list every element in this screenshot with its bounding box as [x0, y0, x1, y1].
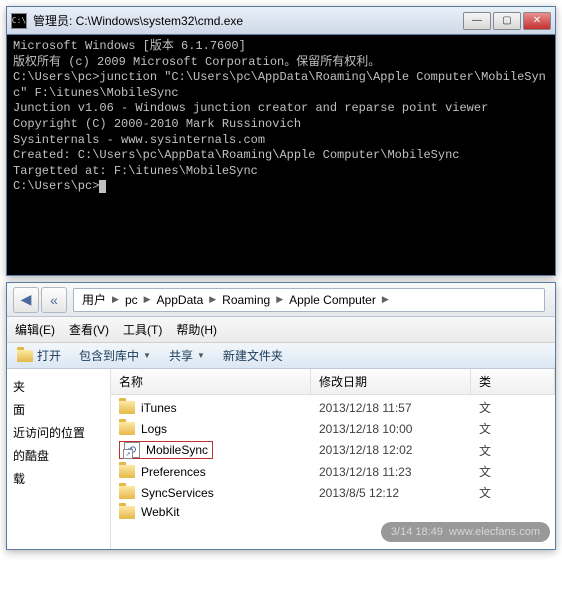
breadcrumb-segment[interactable]: AppData: [153, 293, 208, 307]
file-name: Logs: [141, 422, 167, 436]
open-button[interactable]: 打开: [17, 347, 61, 364]
sidebar-item[interactable]: 载: [11, 467, 106, 490]
explorer-sidebar: 夹面近访问的位置的酷盘载: [7, 369, 111, 549]
cmd-titlebar[interactable]: C:\ 管理员: C:\Windows\system32\cmd.exe — ▢…: [7, 7, 555, 35]
file-type: 文: [471, 463, 555, 480]
file-name: WebKit: [141, 505, 179, 519]
include-label: 包含到库中: [79, 347, 139, 364]
watermark: 3/14 18:49 www.elecfans.com: [381, 522, 550, 542]
chevron-right-icon[interactable]: ▶: [142, 294, 153, 305]
file-name: MobileSync: [146, 443, 208, 457]
file-type: 文: [471, 442, 555, 459]
chevron-right-icon[interactable]: ▶: [380, 294, 391, 305]
cmd-line: Microsoft Windows [版本 6.1.7600]: [13, 39, 549, 55]
column-headers: 名称 修改日期 类: [111, 369, 555, 395]
sidebar-item[interactable]: 面: [11, 398, 106, 421]
cmd-line: Junction v1.06 - Windows junction creato…: [13, 101, 549, 117]
share-label: 共享: [169, 347, 193, 364]
close-button[interactable]: ✕: [523, 12, 551, 30]
breadcrumb-segment[interactable]: Roaming: [218, 293, 274, 307]
cmd-title: 管理员: C:\Windows\system32\cmd.exe: [33, 12, 463, 29]
cmd-output[interactable]: Microsoft Windows [版本 6.1.7600]版权所有 (c) …: [7, 35, 555, 275]
file-row[interactable]: Logs 2013/12/18 10:00文: [111, 418, 555, 439]
chevron-right-icon[interactable]: ▶: [207, 294, 218, 305]
file-type: 文: [471, 420, 555, 437]
cmd-line: Sysinternals - www.sysinternals.com: [13, 133, 549, 149]
file-date: 2013/12/18 12:02: [311, 443, 471, 457]
folder-icon: [119, 486, 135, 499]
cmd-window: C:\ 管理员: C:\Windows\system32\cmd.exe — ▢…: [6, 6, 556, 276]
minimize-button[interactable]: —: [463, 12, 491, 30]
chevron-right-icon[interactable]: ▶: [274, 294, 285, 305]
cmd-icon: C:\: [11, 13, 27, 29]
col-type-header[interactable]: 类: [471, 369, 555, 394]
col-date-header[interactable]: 修改日期: [311, 369, 471, 394]
file-row[interactable]: iTunes 2013/12/18 11:57文: [111, 397, 555, 418]
maximize-button[interactable]: ▢: [493, 12, 521, 30]
breadcrumb-segment[interactable]: 用户: [78, 291, 110, 308]
newfolder-label: 新建文件夹: [223, 347, 283, 364]
file-name: iTunes: [141, 401, 177, 415]
share-button[interactable]: 共享 ▼: [169, 347, 205, 364]
col-name-header[interactable]: 名称: [111, 369, 311, 394]
file-date: 2013/12/18 10:00: [311, 422, 471, 436]
file-row[interactable]: SyncServices 2013/8/5 12:12文: [111, 482, 555, 503]
include-library-button[interactable]: 包含到库中 ▼: [79, 347, 151, 364]
file-name: SyncServices: [141, 486, 214, 500]
new-folder-button[interactable]: 新建文件夹: [223, 347, 283, 364]
watermark-time: 3/14 18:49: [391, 526, 443, 538]
cmd-line: Created: C:\Users\pc\AppData\Roaming\App…: [13, 148, 549, 164]
chevron-down-icon: ▼: [143, 351, 151, 360]
explorer-menubar: 编辑(E) 查看(V) 工具(T) 帮助(H): [7, 317, 555, 343]
folder-icon: [119, 401, 135, 414]
sidebar-item[interactable]: 的酷盘: [11, 444, 106, 467]
breadcrumb-segment[interactable]: pc: [121, 293, 142, 307]
sidebar-item[interactable]: 夹: [11, 375, 106, 398]
menu-help[interactable]: 帮助(H): [176, 321, 217, 338]
cmd-line: 版权所有 (c) 2009 Microsoft Corporation。保留所有…: [13, 55, 549, 71]
file-date: 2013/12/18 11:57: [311, 401, 471, 415]
file-name: Preferences: [141, 465, 206, 479]
file-row[interactable]: Preferences 2013/12/18 11:23文: [111, 461, 555, 482]
folder-icon: [119, 506, 135, 519]
menu-tools[interactable]: 工具(T): [123, 321, 162, 338]
cursor: [99, 180, 106, 193]
explorer-window: ◀ « 用户▶pc▶AppData▶Roaming▶Apple Computer…: [6, 282, 556, 550]
file-row[interactable]: ⟲ MobileSync 2013/12/18 12:02文: [111, 439, 555, 461]
chevron-down-icon: ▼: [197, 351, 205, 360]
folder-icon: [17, 350, 33, 362]
breadcrumb-segment[interactable]: Apple Computer: [285, 293, 380, 307]
explorer-navbar: ◀ « 用户▶pc▶AppData▶Roaming▶Apple Computer…: [7, 283, 555, 317]
file-row[interactable]: WebKit: [111, 503, 555, 521]
breadcrumb[interactable]: 用户▶pc▶AppData▶Roaming▶Apple Computer▶: [73, 288, 545, 312]
file-date: 2013/8/5 12:12: [311, 486, 471, 500]
cmd-line: Copyright (C) 2000-2010 Mark Russinovich: [13, 117, 549, 133]
shortcut-icon: ⟲: [124, 442, 140, 458]
open-label: 打开: [37, 347, 61, 364]
file-type: 文: [471, 484, 555, 501]
history-button[interactable]: «: [41, 287, 67, 313]
sidebar-item[interactable]: 近访问的位置: [11, 421, 106, 444]
menu-view[interactable]: 查看(V): [69, 321, 109, 338]
folder-icon: [119, 422, 135, 435]
file-date: 2013/12/18 11:23: [311, 465, 471, 479]
chevron-right-icon[interactable]: ▶: [110, 294, 121, 305]
file-list: iTunes2013/12/18 11:57文Logs2013/12/18 10…: [111, 395, 555, 523]
file-type: 文: [471, 399, 555, 416]
cmd-line: C:\Users\pc>: [13, 179, 549, 195]
watermark-site: www.elecfans.com: [449, 526, 540, 538]
explorer-toolbar: 打开 包含到库中 ▼ 共享 ▼ 新建文件夹: [7, 343, 555, 369]
back-button[interactable]: ◀: [13, 287, 39, 313]
folder-icon: [119, 465, 135, 478]
cmd-line: C:\Users\pc>junction "C:\Users\pc\AppDat…: [13, 70, 549, 101]
cmd-line: Targetted at: F:\itunes\MobileSync: [13, 164, 549, 180]
menu-edit[interactable]: 编辑(E): [15, 321, 55, 338]
